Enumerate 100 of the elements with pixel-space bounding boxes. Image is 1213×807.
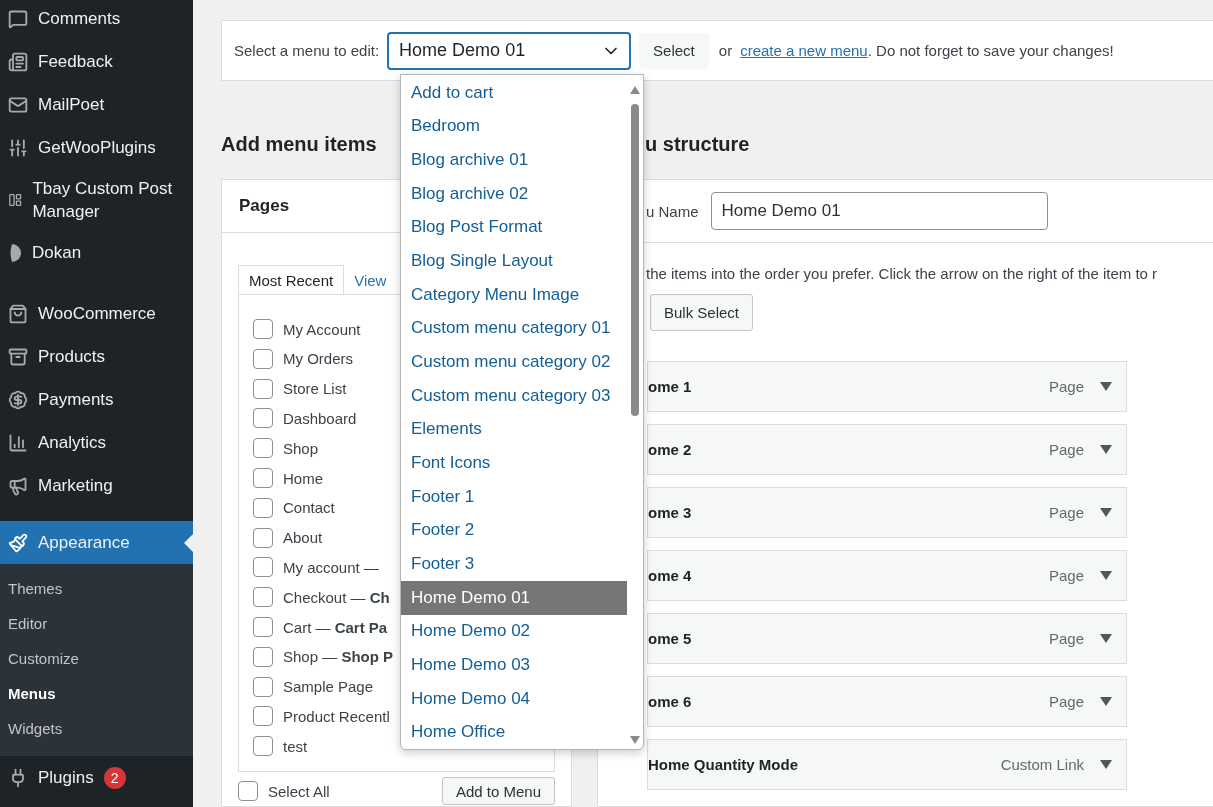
dropdown-option[interactable]: Home Demo 03 bbox=[401, 648, 627, 682]
submenu-item[interactable]: Widgets bbox=[0, 711, 193, 746]
select-button[interactable]: Select bbox=[639, 32, 709, 69]
checkbox[interactable] bbox=[253, 706, 273, 727]
menu-item-bar[interactable]: ome 1 Page bbox=[647, 361, 1127, 413]
dropdown-option[interactable]: Category Menu Image bbox=[401, 277, 627, 312]
menu-item-title: ome 4 bbox=[648, 567, 693, 585]
menu-select[interactable]: Home Demo 01 bbox=[387, 31, 632, 70]
checkbox[interactable] bbox=[238, 781, 258, 802]
caret-icon[interactable] bbox=[1100, 444, 1112, 455]
page-label: My Account bbox=[283, 320, 361, 338]
menu-item-bar[interactable]: ome 5 Page bbox=[647, 613, 1127, 665]
menu-item-bar[interactable]: Home Quantity Mode Custom Link bbox=[647, 739, 1127, 791]
page-label: Dashboard bbox=[283, 410, 357, 427]
menu-name-label: u Name bbox=[646, 202, 699, 220]
menu-item-bar[interactable]: ome 4 Page bbox=[647, 550, 1127, 602]
checkbox[interactable] bbox=[253, 587, 273, 608]
menu-item-bar[interactable]: ome 6 Page bbox=[647, 676, 1127, 728]
checkbox[interactable] bbox=[253, 319, 273, 340]
sidebar-item[interactable]: Dokan bbox=[0, 231, 193, 274]
submenu-item[interactable]: Editor bbox=[0, 606, 193, 641]
caret-icon[interactable] bbox=[1100, 507, 1112, 518]
checkbox[interactable] bbox=[253, 497, 273, 518]
dropdown-option[interactable]: Add to cart bbox=[401, 76, 627, 110]
create-menu-link[interactable]: create a new menu bbox=[740, 42, 868, 60]
page-label: Contact bbox=[283, 499, 335, 517]
sidebar-item[interactable]: Analytics bbox=[0, 421, 193, 464]
sidebar-item[interactable]: Payments bbox=[0, 378, 193, 421]
checkbox[interactable] bbox=[253, 617, 273, 638]
submenu-item[interactable]: Themes bbox=[0, 571, 193, 606]
dropdown-option[interactable]: Blog Single Layout bbox=[401, 244, 627, 278]
caret-icon[interactable] bbox=[1100, 633, 1112, 644]
checkbox[interactable] bbox=[253, 736, 273, 757]
dropdown-option[interactable]: Home Demo 04 bbox=[401, 681, 627, 716]
dropdown-option[interactable]: Custom menu category 03 bbox=[401, 378, 627, 413]
dropdown-option[interactable]: Blog archive 01 bbox=[401, 143, 627, 177]
dropdown-option[interactable]: Elements bbox=[401, 412, 627, 447]
menu-item-title: ome 6 bbox=[648, 693, 693, 711]
menu-item-title: Home Quantity Mode bbox=[648, 756, 799, 774]
caret-icon[interactable] bbox=[1100, 759, 1112, 770]
submenu-item[interactable]: Customize bbox=[0, 641, 193, 676]
menu-item-title: ome 5 bbox=[648, 630, 693, 648]
sidebar-item[interactable]: Comments bbox=[0, 0, 193, 40]
dropdown-option[interactable]: Home Office bbox=[401, 715, 627, 750]
dropdown-option[interactable]: Home Demo 01 bbox=[401, 580, 627, 615]
menu-item-bar[interactable]: ome 2 Page bbox=[647, 424, 1127, 476]
sidebar-item[interactable]: WooCommerce bbox=[0, 292, 193, 335]
menu-name-field[interactable]: Home Demo 01 bbox=[710, 192, 1048, 231]
dropdown-option[interactable]: Footer 3 bbox=[401, 547, 627, 581]
tab[interactable]: Most Recent bbox=[238, 265, 345, 296]
newspaper-icon bbox=[8, 51, 28, 72]
paintbrush-icon bbox=[8, 532, 28, 553]
page-label: Home bbox=[283, 469, 323, 487]
update-count-badge: 2 bbox=[103, 766, 126, 789]
note-text: or bbox=[718, 42, 733, 60]
page-label: test bbox=[283, 737, 308, 755]
bulk-select-button[interactable]: Bulk Select bbox=[650, 294, 754, 332]
dropdown-option[interactable]: Home Demo 02 bbox=[401, 614, 627, 649]
checkbox[interactable] bbox=[253, 378, 273, 399]
speech-bubble-icon bbox=[8, 8, 28, 29]
mail-icon bbox=[8, 94, 28, 115]
checkbox[interactable] bbox=[253, 557, 273, 578]
section-heading: Add menu items bbox=[221, 133, 377, 158]
dropdown-option[interactable]: Custom menu category 01 bbox=[401, 311, 627, 346]
sidebar-item[interactable]: GetWooPlugins bbox=[0, 126, 193, 169]
checkbox[interactable] bbox=[253, 348, 273, 369]
dropdown-option[interactable]: Custom menu category 02 bbox=[401, 345, 627, 379]
instructions-text: the items into the order you prefer. Click the arrow on the right of the item to r bbox=[645, 264, 1159, 283]
tab[interactable]: View bbox=[344, 266, 397, 295]
sidebar-item[interactable]: Appearance bbox=[0, 521, 193, 564]
submenu-item[interactable]: Menus bbox=[0, 676, 193, 711]
checkbox[interactable] bbox=[253, 676, 273, 697]
sidebar-item[interactable]: Marketing bbox=[0, 464, 193, 507]
checkbox[interactable] bbox=[253, 527, 273, 548]
caret-icon[interactable] bbox=[1100, 570, 1112, 581]
menu-item-type: Page bbox=[1048, 693, 1084, 711]
dropdown-option[interactable]: Font Icons bbox=[401, 446, 627, 480]
sidebar-item[interactable]: Products bbox=[0, 335, 193, 378]
sidebar-item[interactable]: Feedback bbox=[0, 40, 193, 83]
checkbox[interactable] bbox=[253, 468, 273, 489]
sidebar-item[interactable]: Plugins 2 bbox=[0, 756, 193, 799]
menu-item-title: ome 3 bbox=[648, 504, 693, 522]
bar-chart-icon bbox=[8, 432, 28, 453]
page-label: Checkout — Ch bbox=[283, 588, 390, 606]
caret-icon[interactable] bbox=[1100, 381, 1112, 392]
dropdown-option[interactable]: Footer 2 bbox=[401, 513, 627, 548]
menu-item-title: ome 2 bbox=[648, 441, 693, 459]
add-to-menu-button[interactable]: Add to Menu bbox=[441, 777, 555, 806]
menu-item-bar[interactable]: ome 3 Page bbox=[647, 487, 1127, 539]
dropdown-option[interactable]: Bedroom bbox=[401, 109, 627, 144]
checkbox[interactable] bbox=[253, 646, 273, 667]
checkbox[interactable] bbox=[253, 438, 273, 459]
page-label: My Orders bbox=[283, 350, 353, 368]
sidebar-item[interactable]: MailPoet bbox=[0, 83, 193, 126]
checkbox[interactable] bbox=[253, 408, 273, 429]
sliders-icon bbox=[8, 137, 28, 158]
caret-icon[interactable] bbox=[1100, 696, 1112, 707]
shopping-bag-icon bbox=[8, 303, 28, 324]
dropdown-option[interactable]: Footer 1 bbox=[401, 479, 627, 514]
sidebar-item[interactable]: Tbay Custom Post Manager bbox=[0, 169, 193, 231]
